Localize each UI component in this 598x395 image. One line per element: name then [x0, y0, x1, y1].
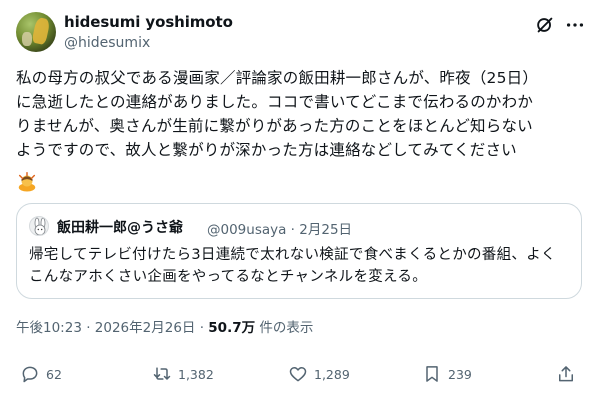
repost-icon [153, 367, 171, 380]
grok-icon[interactable] [534, 14, 556, 36]
views-label: 件の表示 [255, 320, 314, 336]
views-count: 50.7万 [208, 320, 256, 336]
quoted-author-name: 飯田耕一郎@うさ爺 [57, 220, 183, 236]
quoted-handle-date: @009usaya · 2月25日 [207, 222, 353, 238]
share-icon [559, 366, 573, 382]
more-options-icon[interactable] [564, 14, 586, 36]
like-count: 1,289 [314, 366, 350, 382]
reply-icon [22, 366, 38, 383]
like-button[interactable]: 1,289 [288, 362, 350, 386]
tweet-text: 私の母方の叔父である漫画家／評論家の飯田耕一郎さんが、昨夜（25日） に急逝した… [16, 69, 539, 159]
bookmark-icon [426, 366, 438, 382]
tweet-timestamp[interactable]: 午後10:23 · 2026年2月26日 · [16, 320, 208, 336]
repost-count: 1,382 [178, 366, 214, 382]
action-bar: 62 1,382 1,289 239 [0, 362, 598, 390]
author-name[interactable]: hidesumi yoshimoto [64, 13, 233, 31]
quoted-text: 帰宅してテレビ付けたら3日連続で太れない検証で食べまくるとかの番組、よく こんな… [29, 247, 556, 285]
quoted-author-avatar [29, 216, 49, 236]
author-handle[interactable]: @hidesumix [64, 35, 150, 51]
repost-button[interactable]: 1,382 [152, 362, 214, 386]
bookmark-button[interactable]: 239 [422, 362, 472, 386]
bookmark-count: 239 [448, 366, 472, 382]
author-avatar[interactable] [16, 12, 56, 52]
bowing-person-icon [18, 172, 36, 192]
heart-icon [289, 367, 307, 382]
quoted-tweet[interactable]: 飯田耕一郎@うさ爺 @009usaya · 2月25日 帰宅してテレビ付けたら3… [16, 203, 582, 299]
share-button[interactable] [556, 362, 576, 386]
reply-count: 62 [46, 366, 62, 382]
tweet-meta: 午後10:23 · 2026年2月26日 · 50.7万 件の表示 [16, 316, 313, 336]
reply-button[interactable]: 62 [20, 362, 62, 386]
